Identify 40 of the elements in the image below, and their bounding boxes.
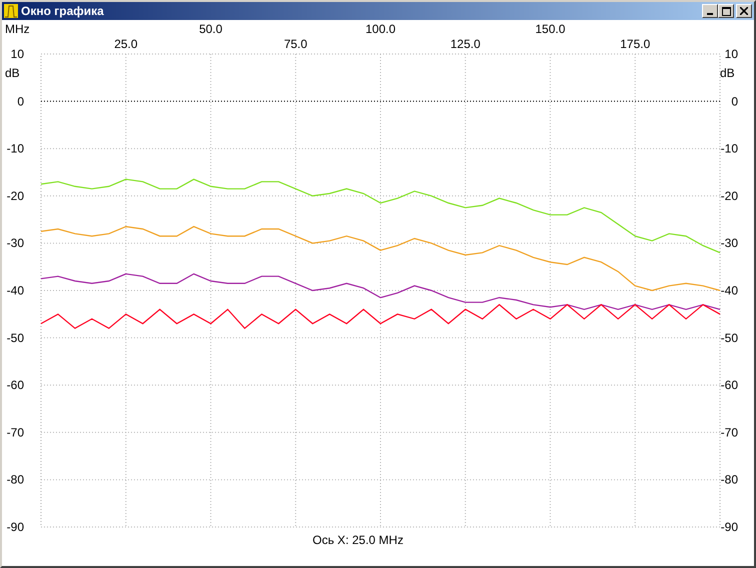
y-tick-label: -30 [720, 236, 738, 250]
y-tick-label: -60 [6, 378, 24, 392]
y-tick-label: -40 [6, 284, 24, 298]
y-tick-label: 0 [17, 94, 24, 108]
x-tick-label: 175.0 [620, 37, 650, 51]
y-tick-label: -20 [720, 188, 738, 203]
maximize-button[interactable] [718, 4, 734, 18]
maximize-icon [722, 6, 730, 16]
y-tick-label: -90 [6, 520, 24, 534]
x-tick-label: 125.0 [450, 37, 480, 51]
window-title: Окно графика [21, 4, 105, 18]
y-tick-label: -20 [6, 188, 24, 203]
y-tick-label: 10 [10, 47, 24, 61]
y-tick-label: -40 [720, 284, 738, 298]
y-tick-label: -10 [6, 142, 24, 156]
x-tick-label: 25.0 [114, 37, 138, 51]
cursor-readout: Ось X: 25.0 MHz [312, 533, 404, 547]
minimize-button[interactable] [702, 4, 718, 18]
y-tick-label: -70 [6, 425, 24, 440]
y-tick-label: 10 [724, 47, 738, 61]
y-unit-label: dB [720, 66, 735, 80]
x-tick-label: 75.0 [284, 37, 308, 51]
app-icon [4, 4, 18, 18]
close-button[interactable] [736, 4, 752, 18]
y-tick-label: -30 [6, 236, 24, 250]
y-tick-label: -50 [6, 330, 24, 345]
y-tick-label: -10 [720, 142, 738, 156]
x-unit-label: MHz [5, 22, 30, 36]
y-tick-label: -70 [720, 425, 738, 440]
y-tick-label: -90 [720, 520, 738, 534]
y-tick-label: -60 [720, 378, 738, 392]
y-tick-label: -80 [720, 472, 738, 487]
y-tick-label: -80 [6, 472, 24, 487]
x-tick-label: 50.0 [199, 22, 222, 36]
y-unit-label: dB [5, 66, 20, 80]
x-tick-label: 100.0 [365, 22, 396, 36]
close-icon [740, 7, 748, 15]
y-tick-label: -50 [720, 330, 738, 345]
y-tick-label: 0 [731, 94, 738, 108]
x-tick-label: 150.0 [535, 22, 566, 36]
